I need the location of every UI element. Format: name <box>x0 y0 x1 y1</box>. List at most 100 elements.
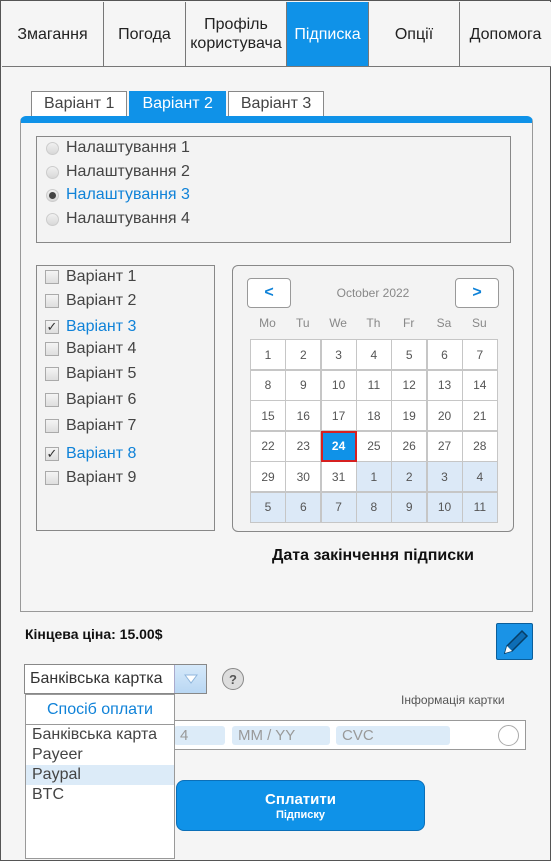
radio-setting-2[interactable]: Налаштування 2 <box>46 162 190 182</box>
help-icon[interactable]: ? <box>222 668 244 690</box>
nav-tab-options[interactable]: Опції <box>369 2 460 66</box>
pay-button-label: Сплатити <box>265 791 336 808</box>
calendar-day[interactable]: 27 <box>426 430 463 462</box>
calendar-day-other-month[interactable]: 1 <box>355 461 392 492</box>
option-paypal[interactable]: Paypal <box>26 765 174 785</box>
calendar-day[interactable]: 21 <box>461 400 498 431</box>
card-expiry-input[interactable]: MM / YY <box>232 726 330 745</box>
calendar-day-other-month[interactable]: 8 <box>355 491 392 523</box>
calendar-day[interactable]: 15 <box>250 400 286 431</box>
subtab-variant-1[interactable]: Варіант 1 <box>31 91 128 116</box>
calendar-day-other-month[interactable]: 4 <box>461 461 498 492</box>
calendar-day-other-month[interactable]: 9 <box>391 491 428 523</box>
checkbox-label: Варіант 7 <box>66 417 137 434</box>
calendar-day[interactable]: 8 <box>250 369 286 401</box>
calendar-day[interactable]: 6 <box>426 339 463 370</box>
checkbox[interactable] <box>45 419 59 433</box>
card-number-input[interactable]: 4 <box>174 726 225 745</box>
radio-button-selected[interactable] <box>46 188 59 202</box>
calendar-day[interactable]: 13 <box>426 369 463 401</box>
checkbox-variant-8[interactable]: ✓ Варіант 8 <box>45 444 136 464</box>
payment-method-select[interactable]: Банківська картка <box>24 664 207 694</box>
subtab-variant-2[interactable]: Варіант 2 <box>129 91 226 116</box>
calendar-day-other-month[interactable]: 7 <box>320 491 357 523</box>
radio-setting-1[interactable]: Налаштування 1 <box>46 138 190 158</box>
calendar-day[interactable]: 2 <box>285 339 322 370</box>
calendar-day[interactable]: 12 <box>391 369 428 401</box>
radio-button[interactable] <box>46 212 59 226</box>
checkbox[interactable] <box>45 342 59 356</box>
checkbox[interactable] <box>45 471 59 485</box>
calendar-day[interactable]: 31 <box>320 461 357 492</box>
calendar-day[interactable]: 20 <box>426 400 463 431</box>
checkbox-variant-6[interactable]: Варіант 6 <box>45 390 136 410</box>
calendar-day-other-month[interactable]: 10 <box>426 491 463 523</box>
option-btc[interactable]: BTC <box>26 785 174 805</box>
nav-tab-weather[interactable]: Погода <box>104 2 186 66</box>
calendar-day[interactable]: 19 <box>391 400 428 431</box>
weekday-label: Mo <box>259 316 276 330</box>
calendar-day[interactable]: 30 <box>285 461 322 492</box>
radio-button[interactable] <box>46 165 59 179</box>
dropdown-arrow[interactable] <box>174 665 206 693</box>
nav-tab-profile[interactable]: Профіль користувача <box>186 2 287 66</box>
checkbox[interactable] <box>45 393 59 407</box>
calendar-day[interactable]: 5 <box>391 339 428 370</box>
weekday-label: Tu <box>296 316 310 330</box>
calendar-day[interactable]: 9 <box>285 369 322 401</box>
calendar-day[interactable]: 3 <box>320 339 357 370</box>
calendar-day[interactable]: 16 <box>285 400 322 431</box>
calendar-day-selected[interactable]: 24 <box>320 430 357 462</box>
calendar-day[interactable]: 18 <box>355 400 392 431</box>
checkbox[interactable] <box>45 367 59 381</box>
calendar-day-other-month[interactable]: 3 <box>426 461 463 492</box>
calendar-day[interactable]: 7 <box>461 339 498 370</box>
calendar-day-other-month[interactable]: 5 <box>250 491 286 523</box>
checkbox[interactable] <box>45 294 59 308</box>
calendar-day[interactable]: 22 <box>250 430 286 462</box>
checkbox-variant-2[interactable]: Варіант 2 <box>45 291 136 311</box>
option-payeer[interactable]: Payeer <box>26 745 174 765</box>
calendar-day[interactable]: 4 <box>355 339 392 370</box>
checkbox-variant-4[interactable]: Варіант 4 <box>45 339 136 359</box>
next-month-button[interactable]: > <box>455 278 499 308</box>
edit-button[interactable] <box>496 623 533 660</box>
weekday-label: Sa <box>436 316 452 330</box>
radio-setting-4[interactable]: Налаштування 4 <box>46 209 190 229</box>
calendar-day[interactable]: 25 <box>355 430 392 462</box>
calendar-day[interactable]: 10 <box>320 369 357 401</box>
card-cvc-input[interactable]: CVC <box>336 726 450 745</box>
calendar-day[interactable]: 23 <box>285 430 322 462</box>
nav-tab-subscription[interactable]: Підписка <box>287 2 369 66</box>
weekday-label: Fr <box>403 316 415 330</box>
weekday-label: We <box>329 316 347 330</box>
subtab-variant-3[interactable]: Варіант 3 <box>227 91 325 116</box>
calendar-day-other-month[interactable]: 11 <box>461 491 498 523</box>
calendar-day-other-month[interactable]: 6 <box>285 491 322 523</box>
calendar-day[interactable]: 29 <box>250 461 286 492</box>
radio-setting-3[interactable]: Налаштування 3 <box>46 185 190 205</box>
calendar-day[interactable]: 28 <box>461 430 498 462</box>
calendar-day[interactable]: 26 <box>391 430 428 462</box>
checkbox-variant-3[interactable]: ✓ Варіант 3 <box>45 317 136 337</box>
calendar-day[interactable]: 17 <box>320 400 357 431</box>
variants-checkbox-list: Варіант 1 Варіант 2 ✓ Варіант 3 Варіант 4… <box>36 265 215 531</box>
nav-tab-help[interactable]: Допомога <box>460 2 551 66</box>
card-toggle[interactable] <box>466 725 522 747</box>
calendar-day[interactable]: 1 <box>250 339 286 370</box>
calendar-day-other-month[interactable]: 2 <box>391 461 428 492</box>
calendar-day[interactable]: 11 <box>355 369 392 401</box>
checkbox-variant-5[interactable]: Варіант 5 <box>45 364 136 384</box>
checkbox-checked[interactable]: ✓ <box>45 320 59 334</box>
radio-button[interactable] <box>46 141 59 155</box>
checkbox-variant-9[interactable]: Варіант 9 <box>45 468 136 488</box>
pay-button[interactable]: Сплатити Підписку <box>176 780 425 831</box>
option-bank-card[interactable]: Банківська карта <box>26 725 174 745</box>
checkbox-label: Варіант 4 <box>66 340 137 357</box>
calendar-day[interactable]: 14 <box>461 369 498 401</box>
checkbox-variant-7[interactable]: Варіант 7 <box>45 416 136 436</box>
checkbox-variant-1[interactable]: Варіант 1 <box>45 267 136 287</box>
checkbox-checked[interactable]: ✓ <box>45 447 59 461</box>
checkbox[interactable] <box>45 270 59 284</box>
nav-tab-competitions[interactable]: Змагання <box>2 2 104 66</box>
